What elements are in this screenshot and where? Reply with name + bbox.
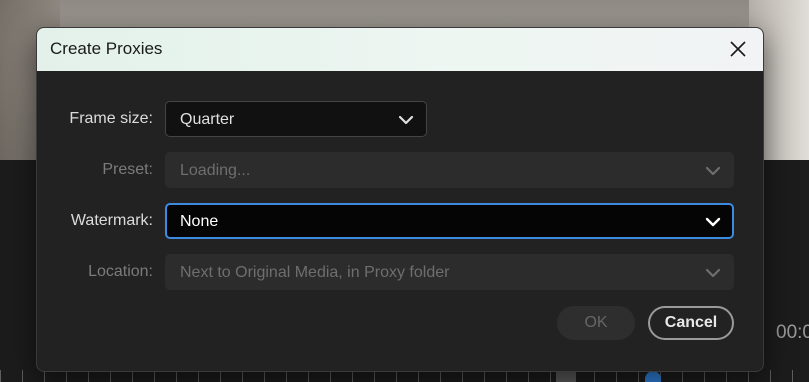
watermark-dropdown[interactable]: None bbox=[165, 203, 734, 239]
watermark-label: Watermark: bbox=[70, 212, 153, 229]
location-dropdown[interactable]: Next to Original Media, in Proxy folder bbox=[165, 254, 734, 290]
chevron-down-icon bbox=[705, 166, 721, 176]
frame-size-label: Frame size: bbox=[69, 110, 153, 127]
watermark-value: None bbox=[180, 213, 219, 230]
create-proxies-dialog: Create Proxies Frame size: Quarter Prese… bbox=[36, 27, 764, 372]
location-value: Next to Original Media, in Proxy folder bbox=[180, 264, 450, 281]
preset-value: Loading... bbox=[180, 162, 251, 179]
timecode-readout: 00:0 bbox=[776, 322, 809, 343]
frame-size-value: Quarter bbox=[180, 111, 235, 128]
preset-dropdown[interactable]: Loading... bbox=[165, 152, 734, 188]
chevron-down-icon bbox=[705, 268, 721, 278]
ok-button[interactable]: OK bbox=[557, 306, 635, 340]
location-label: Location: bbox=[88, 263, 153, 280]
chevron-down-icon bbox=[705, 217, 721, 227]
close-button[interactable] bbox=[726, 37, 750, 61]
cancel-button[interactable]: Cancel bbox=[648, 306, 734, 340]
dialog-titlebar: Create Proxies bbox=[37, 28, 763, 71]
playhead-marker[interactable] bbox=[645, 371, 661, 382]
preset-label: Preset: bbox=[102, 161, 153, 178]
frame-size-dropdown[interactable]: Quarter bbox=[165, 101, 427, 137]
close-icon bbox=[730, 41, 746, 57]
chevron-down-icon bbox=[398, 115, 414, 125]
dialog-title: Create Proxies bbox=[50, 39, 163, 58]
